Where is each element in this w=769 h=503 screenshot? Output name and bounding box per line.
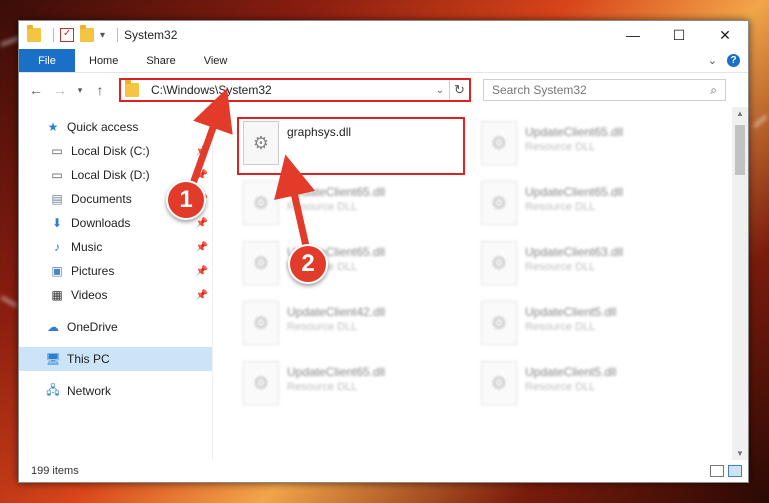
arrow-1 [186,88,233,194]
arrow-2 [274,154,316,256]
callout-arrows [186,88,316,256]
callout-badge-2: 2 [288,244,328,284]
callout-badge-1: 1 [166,180,206,220]
